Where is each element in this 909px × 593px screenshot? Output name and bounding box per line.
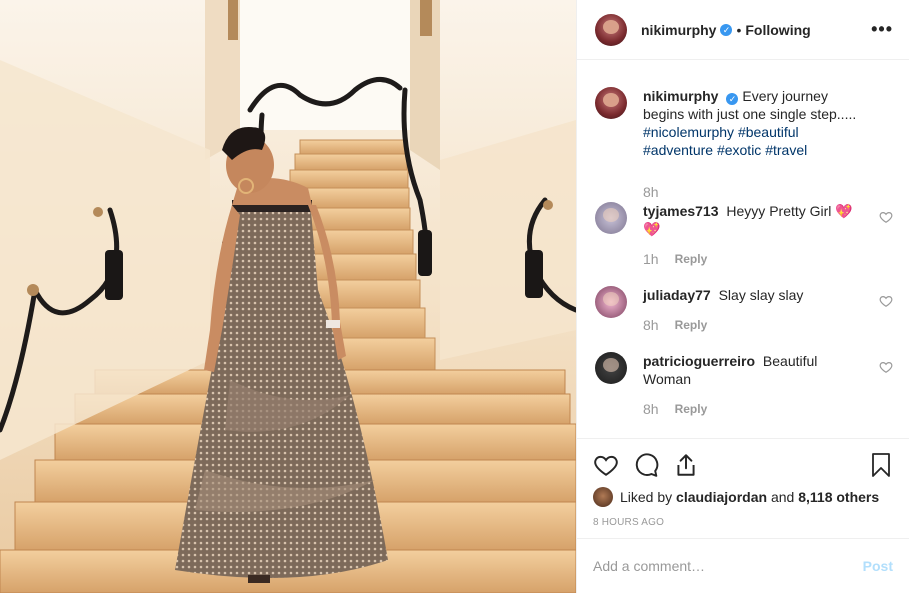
comment-age: 8h (643, 401, 659, 417)
caption-age: 8h (643, 184, 659, 200)
comment-meta: 8h Reply (643, 400, 869, 418)
comment-meta: 8h Reply (643, 316, 869, 334)
post-side-panel: nikimurphy ✓ • Following ••• nikimurphy ✓… (576, 0, 909, 593)
caption-body: nikimurphy ✓ Every journey begins with ju… (643, 87, 893, 201)
staircase-photo-illustration (0, 0, 576, 593)
comment-input[interactable] (593, 558, 863, 574)
hashtag[interactable]: #exotic (717, 142, 761, 158)
caption-username[interactable]: nikimurphy (643, 88, 718, 104)
comment-age: 8h (643, 317, 659, 333)
likes-others-link[interactable]: 8,118 others (798, 489, 879, 505)
caption-meta: 8h (643, 183, 869, 201)
more-options-icon[interactable]: ••• (871, 19, 893, 40)
comments-list[interactable]: nikimurphy ✓ Every journey begins with ju… (577, 61, 909, 438)
action-icons (593, 451, 893, 479)
comment-meta: 1h Reply (643, 250, 869, 268)
post-header: nikimurphy ✓ • Following ••• (577, 0, 909, 60)
comment-username[interactable]: juliaday77 (643, 287, 711, 303)
liker-avatar[interactable] (593, 487, 613, 507)
comment-like-heart-icon[interactable] (879, 210, 893, 224)
share-icon[interactable] (673, 452, 699, 478)
comment-username[interactable]: patricioguerreiro (643, 353, 755, 369)
commenter-avatar[interactable] (595, 202, 627, 234)
reply-button[interactable]: Reply (675, 250, 708, 268)
author-avatar[interactable] (595, 13, 627, 46)
caption: nikimurphy ✓ Every journey begins with ju… (595, 87, 893, 201)
caption-avatar[interactable] (595, 87, 627, 119)
comment-item: patricioguerreiro Beautiful Woman 8h Rep… (595, 352, 893, 418)
comment-like-heart-icon[interactable] (879, 294, 893, 308)
hashtag[interactable]: #adventure (643, 142, 713, 158)
comment-like-heart-icon[interactable] (879, 360, 893, 374)
comment-body: patricioguerreiro Beautiful Woman 8h Rep… (643, 352, 893, 418)
bookmark-icon[interactable] (869, 452, 893, 478)
hashtag[interactable]: #nicolemurphy (643, 124, 734, 140)
verified-badge-icon: ✓ (720, 23, 733, 36)
likes-conjunction: and (770, 489, 795, 505)
verified-badge-icon: ✓ (726, 93, 739, 105)
hashtag[interactable]: #beautiful (738, 124, 799, 140)
separator-dot: • (736, 21, 742, 38)
post-timestamp[interactable]: 8 HOURS AGO (593, 517, 893, 528)
heart-icon[interactable] (593, 452, 619, 478)
likes-prefix: Liked by (620, 489, 673, 505)
post-actions: Liked by claudiajordan and 8,118 others … (577, 438, 909, 528)
comment-username[interactable]: tyjames713 (643, 203, 719, 219)
comment-bubble-icon[interactable] (633, 452, 659, 478)
post-photo[interactable] (0, 0, 576, 593)
comment-item: tyjames713 Heyyy Pretty Girl 💖💖 1h Reply (595, 202, 893, 268)
post-comment-button[interactable]: Post (863, 558, 893, 574)
likes-summary: Liked by claudiajordan and 8,118 others (593, 487, 893, 507)
reply-button[interactable]: Reply (675, 400, 708, 418)
liker-username[interactable]: claudiajordan (676, 489, 767, 505)
comment-body: tyjames713 Heyyy Pretty Girl 💖💖 1h Reply (643, 202, 893, 268)
reply-button[interactable]: Reply (675, 316, 708, 334)
commenter-avatar[interactable] (595, 352, 627, 384)
hashtag[interactable]: #travel (765, 142, 807, 158)
following-button[interactable]: Following (745, 22, 810, 38)
comment-text: Slay slay slay (718, 287, 804, 303)
comment-age: 1h (643, 251, 659, 267)
comment-body: juliaday77 Slay slay slay 8h Reply (643, 286, 893, 334)
comment-item: juliaday77 Slay slay slay 8h Reply (595, 286, 893, 334)
author-username[interactable]: nikimurphy (641, 22, 716, 38)
add-comment-bar: Post (577, 538, 909, 593)
commenter-avatar[interactable] (595, 286, 627, 318)
